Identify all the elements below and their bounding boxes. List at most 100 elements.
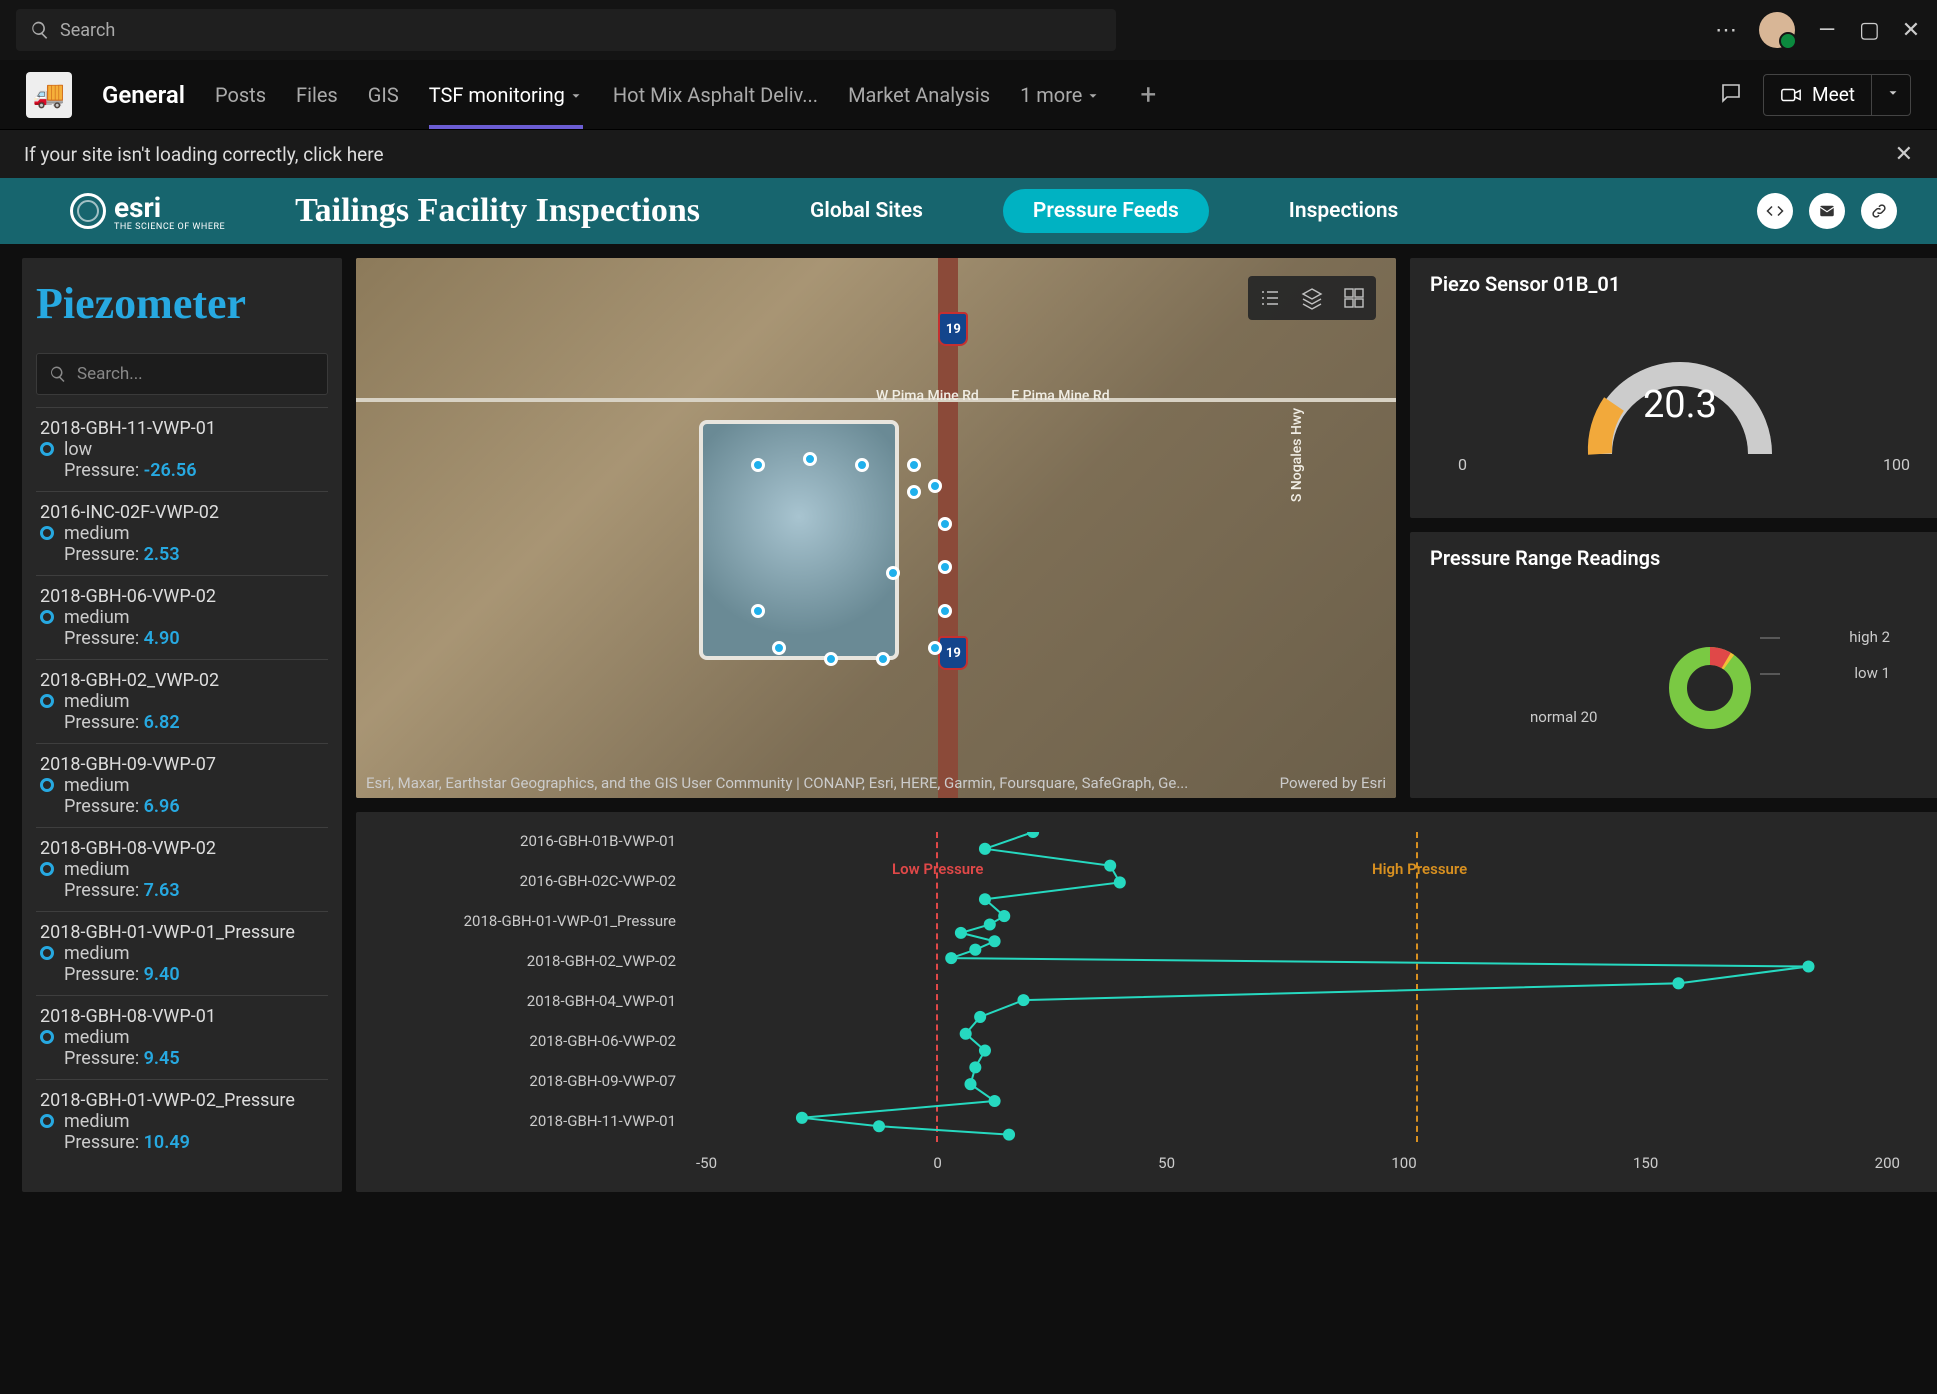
chart-point[interactable] bbox=[969, 1061, 981, 1073]
chart-point[interactable] bbox=[873, 1120, 885, 1132]
global-search[interactable]: Search bbox=[16, 9, 1116, 51]
channel-tab[interactable]: Market Analysis bbox=[848, 83, 990, 107]
chart-point[interactable] bbox=[1027, 832, 1039, 838]
esri-nav-item[interactable]: Pressure Feeds bbox=[1003, 189, 1209, 233]
chart-point[interactable] bbox=[979, 893, 991, 905]
dashboard-title: Tailings Facility Inspections bbox=[295, 192, 700, 230]
channel-tab[interactable]: Files bbox=[296, 83, 338, 107]
link-icon[interactable] bbox=[1861, 193, 1897, 229]
piezometer-item[interactable]: 2018-GBH-01-VWP-01_Pressure medium Press… bbox=[36, 911, 328, 995]
mail-icon[interactable] bbox=[1809, 193, 1845, 229]
sensor-status: medium bbox=[64, 1111, 324, 1132]
map-powered: Powered by Esri bbox=[1280, 774, 1386, 792]
sensor-name: 2018-GBH-01-VWP-02_Pressure bbox=[40, 1090, 324, 1111]
road-label-e: E Pima Mine Rd bbox=[1011, 388, 1109, 404]
highway-shield: 19 bbox=[938, 636, 968, 670]
banner-close[interactable]: ✕ bbox=[1895, 142, 1913, 167]
piezometer-item[interactable]: 2018-GBH-11-VWP-01 low Pressure: -26.56 bbox=[36, 407, 328, 491]
donut-chart bbox=[1660, 638, 1760, 738]
esri-nav-item[interactable]: Inspections bbox=[1289, 199, 1399, 223]
chart-xtick: 0 bbox=[933, 1154, 941, 1172]
chart-point[interactable] bbox=[1114, 876, 1126, 888]
channel-tab[interactable]: Hot Mix Asphalt Deliv... bbox=[613, 83, 818, 107]
piezometer-item[interactable]: 2018-GBH-08-VWP-01 medium Pressure: 9.45 bbox=[36, 995, 328, 1079]
channel-tab[interactable]: GIS bbox=[368, 83, 399, 107]
loading-banner: If your site isn't loading correctly, cl… bbox=[0, 130, 1937, 178]
status-dot bbox=[40, 778, 54, 792]
chart-point[interactable] bbox=[989, 935, 1001, 947]
map-credit-text: Esri, Maxar, Earthstar Geographics, and … bbox=[366, 774, 1188, 792]
piezometer-item[interactable]: 2018-GBH-08-VWP-02 medium Pressure: 7.63 bbox=[36, 827, 328, 911]
road-label-n: S Nogales Hwy bbox=[1290, 408, 1306, 502]
chart-point[interactable] bbox=[1003, 1129, 1015, 1141]
chart-category: 2016-GBH-01B-VWP-01 bbox=[376, 832, 676, 850]
channel-tab[interactable]: 1 more bbox=[1020, 83, 1100, 107]
chart-point[interactable] bbox=[960, 1028, 972, 1040]
chart-point[interactable] bbox=[989, 1095, 1001, 1107]
basemap-icon[interactable] bbox=[1340, 284, 1368, 312]
sensor-pressure: Pressure: 6.96 bbox=[64, 796, 324, 817]
chart-point[interactable] bbox=[974, 1011, 986, 1023]
piezometer-item[interactable]: 2018-GBH-09-VWP-07 medium Pressure: 6.96 bbox=[36, 743, 328, 827]
chart-point[interactable] bbox=[984, 918, 996, 930]
channel-tab[interactable]: TSF monitoring bbox=[429, 83, 583, 107]
chart-point[interactable] bbox=[979, 1045, 991, 1057]
piezometer-item[interactable]: 2016-INC-02F-VWP-02 medium Pressure: 2.5… bbox=[36, 491, 328, 575]
chart-point[interactable] bbox=[998, 910, 1010, 922]
layers-icon[interactable] bbox=[1298, 284, 1326, 312]
sensor-name: 2018-GBH-08-VWP-02 bbox=[40, 838, 324, 859]
search-icon bbox=[30, 20, 50, 40]
sensor-marker[interactable] bbox=[907, 485, 921, 499]
chart-category: 2018-GBH-09-VWP-07 bbox=[376, 1072, 676, 1090]
piezometer-item[interactable]: 2018-GBH-01-VWP-02_Pressure medium Press… bbox=[36, 1079, 328, 1163]
chart-xtick: 200 bbox=[1875, 1154, 1900, 1172]
sensor-marker[interactable] bbox=[938, 604, 952, 618]
chart-point[interactable] bbox=[1017, 994, 1029, 1006]
esri-nav-item[interactable]: Global Sites bbox=[810, 199, 923, 223]
sensor-marker[interactable] bbox=[751, 458, 765, 472]
sensor-pressure: Pressure: -26.56 bbox=[64, 460, 324, 481]
chart-xtick: 150 bbox=[1633, 1154, 1658, 1172]
sidebar-search-placeholder: Search... bbox=[77, 364, 143, 384]
gauge-value: 20.3 bbox=[1643, 383, 1717, 427]
chart-point[interactable] bbox=[1672, 977, 1684, 989]
piezometer-item[interactable]: 2018-GBH-06-VWP-02 medium Pressure: 4.90 bbox=[36, 575, 328, 659]
more-icon[interactable]: ⋯ bbox=[1715, 18, 1737, 43]
dashboard: Piezometer Search... 2018-GBH-11-VWP-01 … bbox=[0, 244, 1937, 1394]
embed-icon[interactable] bbox=[1757, 193, 1793, 229]
chart-point[interactable] bbox=[1104, 860, 1116, 872]
piezometer-item[interactable]: 2018-GBH-02_VWP-02 medium Pressure: 6.82 bbox=[36, 659, 328, 743]
road-label-w: W Pima Mine Rd bbox=[876, 388, 979, 404]
sensor-marker[interactable] bbox=[855, 458, 869, 472]
close-button[interactable]: ✕ bbox=[1901, 18, 1921, 43]
meet-caret[interactable] bbox=[1876, 85, 1910, 104]
chart-point[interactable] bbox=[1802, 960, 1814, 972]
sensor-pressure: Pressure: 7.63 bbox=[64, 880, 324, 901]
minimize-button[interactable]: — bbox=[1817, 18, 1837, 43]
chart-category: 2016-GBH-02C-VWP-02 bbox=[376, 872, 676, 890]
add-tab-button[interactable]: + bbox=[1140, 78, 1156, 111]
sidebar-search[interactable]: Search... bbox=[36, 353, 328, 395]
legend-icon[interactable] bbox=[1256, 284, 1284, 312]
highway-shield: 19 bbox=[938, 312, 968, 346]
banner-text[interactable]: If your site isn't loading correctly, cl… bbox=[24, 143, 384, 166]
sensor-pressure: Pressure: 9.45 bbox=[64, 1048, 324, 1069]
chat-icon[interactable] bbox=[1719, 81, 1743, 109]
chart-point[interactable] bbox=[796, 1112, 808, 1124]
chart-point[interactable] bbox=[945, 952, 957, 964]
map-panel[interactable]: W Pima Mine Rd E Pima Mine Rd S Nogales … bbox=[356, 258, 1396, 798]
chart-point[interactable] bbox=[979, 843, 991, 855]
chart-point[interactable] bbox=[969, 944, 981, 956]
sidebar-title: Piezometer bbox=[36, 278, 328, 329]
sensor-marker[interactable] bbox=[907, 458, 921, 472]
chart-point[interactable] bbox=[964, 1078, 976, 1090]
chart-line bbox=[696, 832, 1900, 1143]
maximize-button[interactable]: ▢ bbox=[1859, 18, 1879, 43]
chart-point[interactable] bbox=[955, 927, 967, 939]
meet-button[interactable]: Meet bbox=[1763, 74, 1911, 116]
sensor-marker[interactable] bbox=[751, 604, 765, 618]
sensor-name: 2018-GBH-01-VWP-01_Pressure bbox=[40, 922, 324, 943]
channel-tab[interactable]: Posts bbox=[215, 83, 266, 107]
pressure-chart: 2016-GBH-01B-VWP-01 2016-GBH-02C-VWP-02 20… bbox=[356, 812, 1937, 1192]
user-avatar[interactable] bbox=[1759, 12, 1795, 48]
